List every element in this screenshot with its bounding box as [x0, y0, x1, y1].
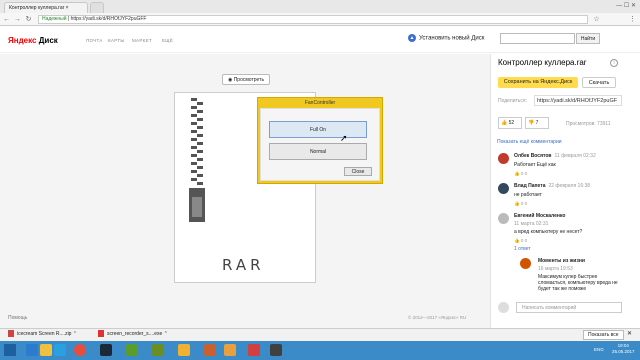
start-icon[interactable] [4, 344, 16, 356]
file-name: Контроллер куллера.rar [498, 58, 587, 67]
nav-mail[interactable]: ПОЧТА [86, 38, 103, 43]
comment-author[interactable]: Евгений Москаленко [514, 213, 565, 219]
comment-author[interactable]: Олбек Восятов 11 февраля 02:32 [514, 153, 596, 159]
gear-icon[interactable] [204, 344, 216, 356]
nav-market[interactable]: МАРКЕТ [132, 38, 152, 43]
new-tab-button[interactable] [90, 2, 104, 13]
install-disk-link[interactable]: ▲ Установить новый Диск [408, 34, 484, 42]
archive-icon [8, 330, 14, 337]
comment-text: не работает [514, 192, 542, 198]
share-url-field[interactable]: https://yadi.sk/d/RHOfJYF2puGF [534, 95, 622, 106]
nav-more[interactable]: ЕЩЁ [162, 38, 173, 43]
avatar[interactable] [520, 258, 531, 269]
app-icon[interactable] [270, 344, 282, 356]
forward-icon[interactable]: → [13, 15, 22, 24]
comment-text: Работает Ещё как [514, 162, 556, 168]
copyright: © 2012—2017 «Яндекс» RU [408, 315, 467, 320]
tab-title: Контроллер куллера.rar [9, 5, 65, 11]
thumbs-down-icon: 👎 [528, 120, 535, 126]
back-icon[interactable]: ← [2, 15, 11, 24]
user-avatar [498, 302, 509, 313]
zipper-icon [189, 98, 205, 222]
avatar[interactable] [498, 213, 509, 224]
search-input[interactable] [500, 33, 575, 44]
dislike-button[interactable]: 👎 7 [525, 117, 549, 129]
close-downloads-icon[interactable]: ✕ [627, 330, 632, 337]
download-item[interactable]: icecream Screen R....zip ⌃ [8, 330, 77, 337]
clock[interactable]: 19:04 25.05.2017 [612, 343, 635, 355]
nav-maps[interactable]: КАРТЫ [108, 38, 125, 43]
views-count: Просмотров: 73911 [566, 121, 611, 127]
share-label: Поделиться: [498, 98, 527, 104]
explorer-icon[interactable] [40, 344, 52, 356]
help-link[interactable]: Помощь [8, 315, 27, 321]
star-icon[interactable]: ☆ [592, 15, 601, 24]
preview-button[interactable]: ◉ Просмотреть [222, 74, 270, 85]
like-button[interactable]: 👍 52 [498, 117, 522, 129]
steam-icon[interactable] [100, 344, 112, 356]
full-on-button[interactable]: Full On [269, 121, 367, 138]
window-controls[interactable]: — ☐ ✕ [600, 2, 636, 11]
comment-votes[interactable]: 👍 0 0 [514, 201, 527, 207]
show-more-comments-link[interactable]: Показать ещё комментарии [497, 139, 562, 145]
comment-votes[interactable]: 👍 0 0 [514, 238, 527, 244]
url-text: https://yadi.sk/d/RHOfJYF2puGFF [70, 16, 147, 22]
download-item[interactable]: screen_recorder_s....exe ⌃ [98, 330, 168, 337]
comment-date: 11 марта 02:31 [514, 221, 549, 227]
comment-date: 16 марта 19:53 [538, 266, 573, 272]
comment-input[interactable]: Написать комментарий [516, 302, 622, 313]
comment-author[interactable]: Влад Папета 22 февраля 16:38 [514, 183, 590, 189]
dialog-title: FanController [304, 100, 336, 106]
replies-link[interactable]: 1 ответ [514, 246, 531, 252]
url-field[interactable]: Надежный | https://yadi.sk/d/RHOfJYF2puG… [38, 15, 588, 24]
ie-icon[interactable] [26, 344, 38, 356]
secure-label: Надежный [42, 16, 67, 22]
info-icon[interactable]: i [610, 59, 618, 67]
reload-icon[interactable]: ↻ [24, 15, 33, 24]
comment-text: Максимум кулер быстрее сломається, компь… [538, 274, 618, 292]
show-all-downloads-button[interactable]: Показать все [583, 330, 624, 340]
comment-votes[interactable]: 👍 0 0 [514, 171, 527, 177]
downloads-bar [0, 328, 640, 341]
search-button[interactable]: Найти [576, 33, 600, 44]
comment-author[interactable]: Моменты из жизни [538, 258, 585, 264]
logo[interactable]: Яндекс Диск [8, 36, 58, 45]
folder-icon[interactable] [178, 344, 190, 356]
save-to-disk-button[interactable]: Сохранить на Яндекс.Диск [498, 77, 578, 88]
exe-icon [98, 330, 104, 337]
utorrent-icon[interactable] [126, 344, 138, 356]
menu-icon[interactable]: ⋮ [628, 15, 637, 24]
avatar[interactable] [498, 153, 509, 164]
normal-button[interactable]: Normal [269, 143, 367, 160]
avatar[interactable] [498, 183, 509, 194]
browser-tab[interactable]: Контроллер куллера.rar × [4, 2, 88, 13]
paint-icon[interactable] [224, 344, 236, 356]
comment-text: а вред компьютеру не несет? [514, 229, 583, 235]
download-button[interactable]: Скачать [582, 77, 616, 88]
chrome-icon[interactable] [74, 344, 86, 356]
close-button[interactable]: Close [344, 167, 372, 176]
disk-icon: ▲ [408, 34, 416, 42]
rar-label: RAR [222, 256, 265, 274]
mouse-cursor-icon: ➚ [340, 133, 348, 143]
minecraft-icon[interactable] [152, 344, 164, 356]
language-indicator[interactable]: ENG [594, 347, 604, 352]
media-icon[interactable] [54, 344, 66, 356]
taskbar [0, 341, 640, 360]
browser-icon[interactable] [248, 344, 260, 356]
thumbs-up-icon: 👍 [501, 120, 508, 126]
